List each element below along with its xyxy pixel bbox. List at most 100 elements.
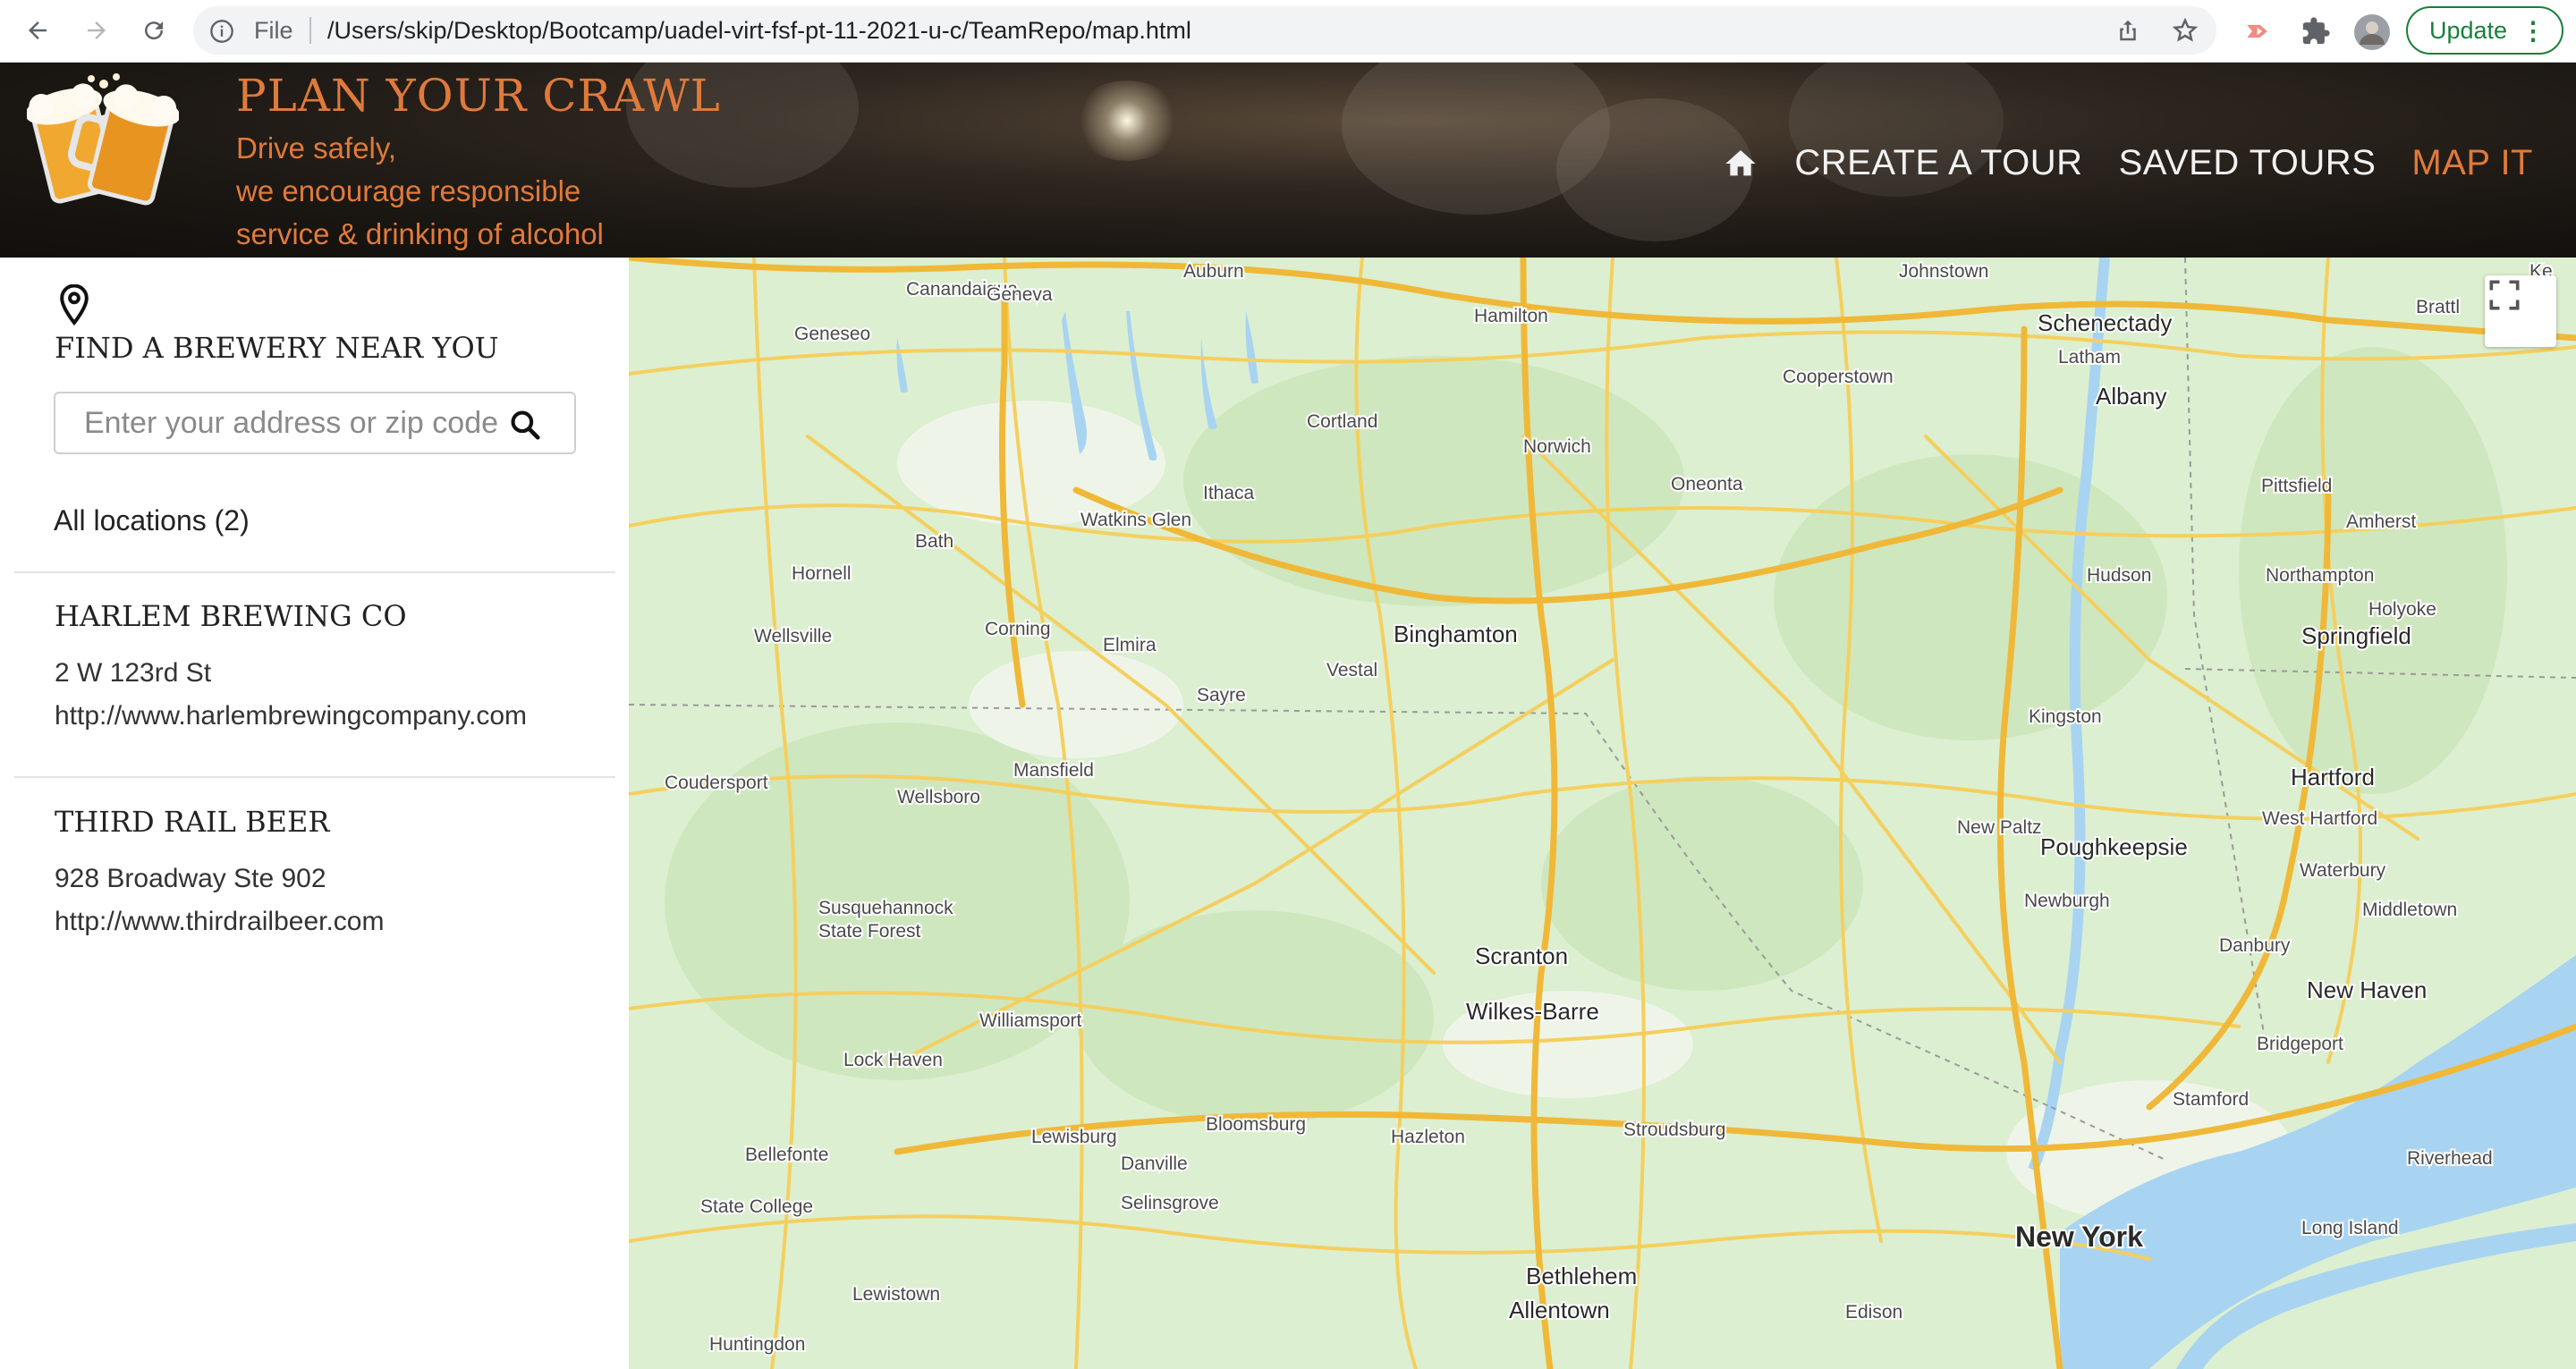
- map-place-label: Watkins Glen: [1080, 510, 1191, 530]
- map-place-label: Ithaca: [1203, 483, 1255, 503]
- map-place-label: Schenectady: [2038, 309, 2172, 336]
- bookmark-star-icon[interactable]: [2172, 17, 2199, 44]
- puzzle-icon[interactable]: [2301, 16, 2331, 46]
- map-place-label: Kingston: [2029, 706, 2102, 727]
- map-place-label: Hazleton: [1391, 1127, 1465, 1147]
- map-place-label: Poughkeepsie: [2040, 833, 2188, 860]
- map-place-label: Scranton: [1475, 942, 1568, 969]
- map-place-label: Springfield: [2301, 622, 2411, 649]
- map-place-label: Coudersport: [665, 773, 768, 793]
- fullscreen-button[interactable]: [2485, 275, 2556, 347]
- site-header: PLAN YOUR CRAWL Drive safely, we encoura…: [0, 63, 2576, 258]
- map-place-label: Pittsfield: [2261, 476, 2332, 496]
- map-place-label: New Paltz: [1957, 817, 2042, 838]
- map-place-label: Auburn: [1183, 261, 1244, 282]
- map-place-label: Middletown: [2362, 900, 2457, 920]
- map-place-label: Binghamton: [1394, 621, 1518, 647]
- kebab-menu-icon[interactable]: ⋮: [2521, 19, 2546, 44]
- map-place-label: Hornell: [792, 563, 852, 584]
- update-label: Update: [2429, 16, 2508, 44]
- map-place-label: New Haven: [2307, 976, 2427, 1003]
- map-place-label: Waterbury: [2300, 860, 2386, 881]
- beer-mugs-logo[interactable]: [25, 72, 181, 215]
- file-scheme-label: File: [254, 17, 293, 44]
- location-address: 928 Broadway Ste 902: [55, 864, 326, 893]
- share-icon[interactable]: [2114, 17, 2141, 44]
- tagline-line: Drive safely,: [236, 131, 397, 165]
- map-place-label: Stroudsburg: [1623, 1120, 1725, 1140]
- map-place-label: Edison: [1845, 1302, 1902, 1323]
- map-place-label: Hudson: [2087, 565, 2151, 586]
- map-place-label: Wellsville: [754, 626, 832, 646]
- reload-icon[interactable]: [136, 13, 172, 48]
- map-layer[interactable]: AuburnCanandaiguaGenevaGeneseoJohnstownS…: [629, 258, 2576, 1369]
- map-place-label: Cortland: [1307, 411, 1377, 432]
- map-place-label: Johnstown: [1899, 261, 1988, 282]
- info-icon[interactable]: [209, 19, 234, 44]
- map-place-label: Huntingdon: [709, 1334, 805, 1355]
- omnibox-separator: [309, 17, 311, 44]
- map-place-label: Danbury: [2219, 935, 2291, 956]
- map-place-label: Danville: [1121, 1154, 1188, 1174]
- map-place-label: Lewisburg: [1031, 1127, 1117, 1147]
- location-name[interactable]: THIRD RAIL BEER: [55, 805, 329, 839]
- map-place-label: Selinsgrove: [1121, 1193, 1219, 1213]
- all-locations-count[interactable]: All locations (2): [54, 504, 250, 537]
- address-search-input[interactable]: [84, 405, 522, 441]
- map-place-label: New York: [2015, 1221, 2143, 1253]
- map-pin-icon: [57, 283, 91, 326]
- location-url[interactable]: http://www.thirdrailbeer.com: [55, 907, 384, 937]
- nav-saved-tours[interactable]: SAVED TOURS: [2119, 143, 2377, 183]
- avatar[interactable]: [2354, 14, 2390, 50]
- brewery-sidebar: FIND A BREWERY NEAR YOU All locations (2…: [0, 258, 629, 1369]
- map-place-label: Amherst: [2346, 511, 2416, 532]
- map-place-label: Lewistown: [852, 1284, 940, 1305]
- map-place-label: Wellsboro: [897, 787, 980, 807]
- search-field[interactable]: [54, 392, 576, 454]
- search-icon[interactable]: [508, 408, 542, 442]
- browser-toolbar: File /Users/skip/Desktop/Bootcamp/uadel-…: [0, 0, 2576, 63]
- brand-title[interactable]: PLAN YOUR CRAWL: [236, 70, 721, 122]
- map-place-label: Brattl: [2416, 297, 2460, 317]
- address-bar[interactable]: File /Users/skip/Desktop/Bootcamp/uadel-…: [193, 6, 2216, 55]
- location-name[interactable]: HARLEM BREWING CO: [55, 599, 407, 633]
- tagline-line: service & drinking of alcohol: [236, 217, 604, 250]
- map-place-label: Bethlehem: [1526, 1263, 1637, 1289]
- map-place-label: Vestal: [1326, 660, 1377, 680]
- map-place-label: Newburgh: [2024, 891, 2110, 911]
- map-place-label: Wilkes-Barre: [1466, 998, 1599, 1025]
- map-place-label: Susquehannock: [818, 898, 953, 918]
- home-icon[interactable]: [1723, 146, 1758, 182]
- map-canvas[interactable]: Auburn Canandaigua Geneva Geneseo Johnstown S…: [629, 258, 2576, 1369]
- map-place-label: Northampton: [2266, 565, 2374, 586]
- main-nav: CREATE A TOUR SAVED TOURS MAP IT: [1723, 143, 2533, 183]
- map-place-label: Corning: [985, 619, 1051, 639]
- map-place-label: Hartford: [2291, 764, 2375, 790]
- location-url[interactable]: http://www.harlembrewingcompany.com: [55, 701, 527, 731]
- extension-red-icon[interactable]: [2243, 16, 2274, 46]
- nav-map-it[interactable]: MAP IT: [2411, 143, 2533, 183]
- map-place-label: Bellefonte: [745, 1145, 828, 1165]
- forward-icon[interactable]: [79, 13, 114, 48]
- fullscreen-icon: [2489, 280, 2520, 310]
- map-place-label: Albany: [2096, 383, 2167, 410]
- map-place-label: Allentown: [1509, 1297, 1610, 1323]
- divider: [14, 776, 615, 778]
- map-place-label: Williamsport: [979, 1010, 1082, 1031]
- map-place-label: State College: [700, 1196, 813, 1217]
- map-place-label: Sayre: [1197, 685, 1246, 706]
- update-button[interactable]: Update ⋮: [2406, 6, 2563, 55]
- nav-create-tour[interactable]: CREATE A TOUR: [1794, 143, 2082, 183]
- map-place-label: Cooperstown: [1783, 367, 1894, 387]
- map-place-label: Oneonta: [1671, 474, 1743, 494]
- map-place-label: Bridgeport: [2257, 1034, 2343, 1054]
- map-place-label: Geneseo: [794, 324, 870, 344]
- url-text[interactable]: /Users/skip/Desktop/Bootcamp/uadel-virt-…: [327, 17, 1191, 45]
- map-place-label: Holyoke: [2368, 599, 2436, 620]
- map-place-label: Latham: [2058, 347, 2121, 368]
- map-place-label: Elmira: [1103, 635, 1157, 655]
- divider: [14, 571, 615, 573]
- back-icon[interactable]: [20, 13, 55, 48]
- map-place-label: Lock Haven: [843, 1050, 943, 1070]
- map-place-label: State Forest: [818, 921, 921, 942]
